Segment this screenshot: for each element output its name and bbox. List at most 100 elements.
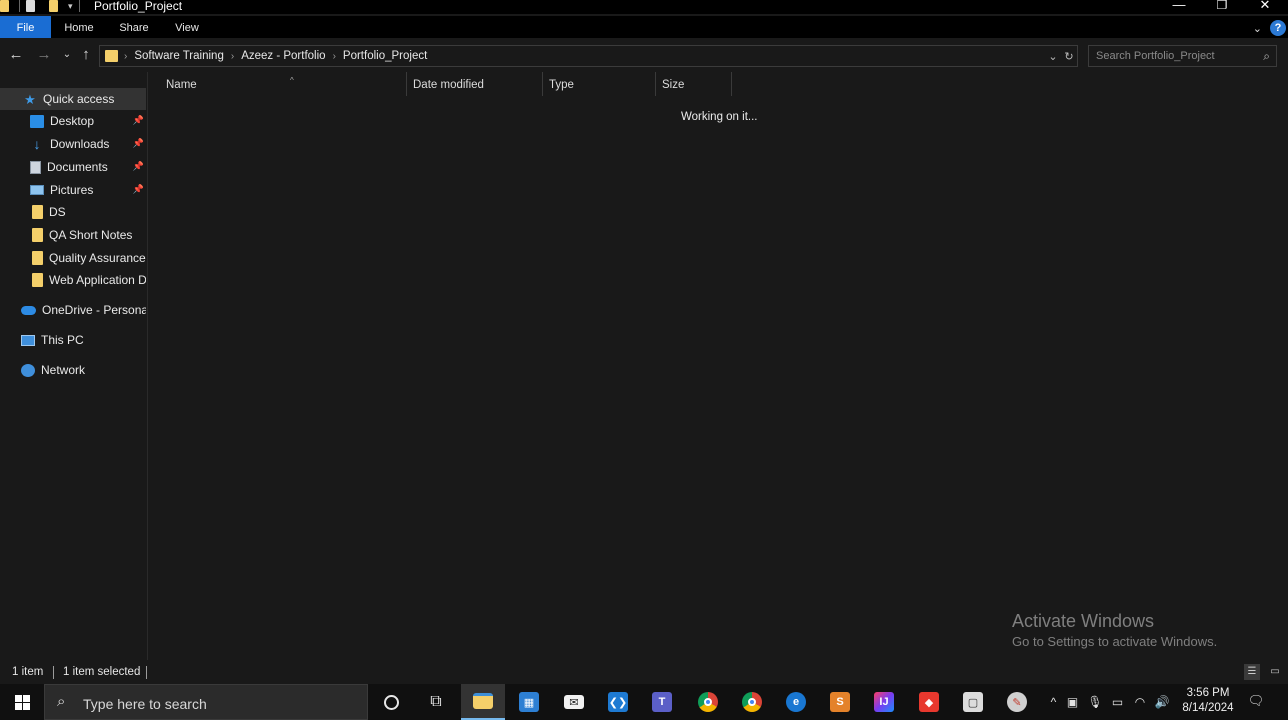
task-view-button[interactable]: ⧉	[414, 684, 458, 720]
folder-icon[interactable]	[0, 0, 9, 12]
sidebar-item-pictures[interactable]: Pictures 📌	[0, 179, 146, 201]
new-folder-icon[interactable]	[49, 0, 58, 12]
breadcrumb-portfolio-project[interactable]: Portfolio_Project	[343, 50, 427, 62]
taskbar-search-input[interactable]: Type here to search	[83, 696, 207, 712]
tab-view[interactable]: View	[166, 16, 208, 38]
title-bar: ▾ Portfolio_Project — ❐ ✕	[0, 0, 1288, 14]
microphone-icon[interactable]: 🎙	[1084, 695, 1106, 709]
sidebar-item-label: Web Application DS	[49, 273, 146, 287]
taskbar-search[interactable]: ⌕ Type here to search	[44, 684, 368, 720]
taskbar-anydesk[interactable]: ◆	[907, 684, 951, 720]
column-header-type[interactable]: Type	[543, 72, 656, 96]
restore-button[interactable]: ❐	[1202, 0, 1242, 13]
search-box[interactable]: Search Portfolio_Project ⌕	[1088, 45, 1277, 67]
folder-icon	[473, 693, 493, 709]
sidebar-item-downloads[interactable]: ↓ Downloads 📌	[0, 133, 146, 155]
taskbar-app-misc[interactable]: ✎	[995, 684, 1039, 720]
folder-icon	[32, 228, 43, 242]
search-input[interactable]: Search Portfolio_Project	[1096, 50, 1215, 62]
taskbar-file-explorer[interactable]	[461, 684, 505, 720]
notifications-icon[interactable]: 🗨	[1247, 693, 1265, 711]
search-icon[interactable]: ⌕	[1263, 49, 1270, 64]
sidebar-item-label: This PC	[41, 333, 84, 347]
sidebar-item-web-application-ds[interactable]: Web Application DS	[0, 269, 146, 291]
sidebar-item-network[interactable]: Network	[0, 359, 146, 381]
taskbar-intellij[interactable]: IJ	[862, 684, 906, 720]
forward-arrow-icon[interactable]: →	[35, 46, 53, 64]
tray-app-icon[interactable]: ▣	[1061, 695, 1084, 709]
sidebar-item-label: QA Short Notes	[49, 228, 133, 242]
sidebar-item-onedrive[interactable]: OneDrive - Personal	[0, 299, 146, 321]
column-header-date-modified[interactable]: Date modified	[407, 72, 543, 96]
large-icons-view-icon[interactable]: ▭	[1267, 664, 1283, 680]
pin-icon[interactable]: 📌	[133, 138, 144, 149]
volume-icon[interactable]: 🔊	[1151, 695, 1173, 709]
column-header-name[interactable]: Name ^	[160, 72, 407, 96]
close-button[interactable]: ✕	[1245, 0, 1285, 13]
taskbar-screen-tool[interactable]: ▢	[951, 684, 995, 720]
breadcrumb-azeez-portfolio[interactable]: Azeez - Portfolio	[241, 50, 325, 62]
taskbar-vscode[interactable]: ❮❯	[596, 684, 640, 720]
breadcrumb-separator-icon[interactable]: ›	[231, 51, 234, 62]
sidebar-item-label: Pictures	[50, 183, 94, 197]
taskbar-clock[interactable]: 3:56 PM 8/14/2024	[1176, 686, 1240, 716]
minimize-button[interactable]: —	[1159, 0, 1199, 13]
file-list[interactable]: Name ^ Date modified Type Size Working o…	[149, 72, 1288, 660]
mail-icon: ✉	[564, 695, 584, 709]
sidebar-item-ds[interactable]: DS	[0, 201, 146, 223]
taskbar-edge[interactable]: e	[774, 684, 818, 720]
properties-icon[interactable]	[26, 0, 35, 12]
sidebar-item-qa-short-notes[interactable]: QA Short Notes	[0, 224, 146, 246]
chevron-down-icon[interactable]: ⌄	[1253, 22, 1262, 35]
column-header-size[interactable]: Size	[656, 72, 732, 96]
tab-home[interactable]: Home	[56, 16, 102, 38]
tab-share[interactable]: Share	[112, 16, 156, 38]
column-header-label: Name	[166, 79, 197, 91]
window-title: Portfolio_Project	[94, 0, 183, 13]
folder-icon	[105, 50, 118, 62]
back-arrow-icon[interactable]: ←	[7, 46, 25, 64]
sidebar-item-label: Desktop	[50, 114, 95, 128]
breadcrumb-separator-icon[interactable]: ›	[124, 51, 127, 62]
taskbar-store[interactable]: ▦	[507, 684, 551, 720]
address-bar[interactable]: › Software Training › Azeez - Portfolio …	[99, 45, 1078, 67]
details-view-icon[interactable]: ☰	[1244, 664, 1260, 680]
sidebar-item-desktop[interactable]: Desktop 📌	[0, 110, 146, 132]
sidebar-item-label: Quality Assurance	[49, 251, 146, 265]
up-arrow-icon[interactable]: ↑	[77, 46, 95, 64]
battery-icon[interactable]: ▭	[1106, 695, 1129, 709]
address-history-chevron-icon[interactable]: ⌄	[1045, 50, 1061, 63]
sidebar-item-quality-assurance[interactable]: Quality Assurance	[0, 247, 146, 269]
breadcrumb-separator-icon[interactable]: ›	[333, 51, 336, 62]
recent-locations-chevron-icon[interactable]: ⌄	[58, 46, 76, 64]
pin-icon[interactable]: 📌	[133, 184, 144, 195]
taskbar-mail[interactable]: ✉	[552, 684, 596, 720]
taskbar-chrome-2[interactable]	[730, 684, 774, 720]
cortana-button[interactable]	[369, 684, 413, 720]
sidebar-item-label: Documents	[47, 160, 108, 174]
edge-icon: e	[786, 692, 806, 712]
breadcrumb-software-training[interactable]: Software Training	[134, 50, 224, 62]
help-button[interactable]: ?	[1270, 20, 1286, 36]
wifi-icon[interactable]: ◠	[1129, 695, 1151, 709]
sidebar-item-quick-access[interactable]: ★ Quick access	[0, 88, 146, 110]
taskbar-chrome[interactable]	[686, 684, 730, 720]
pin-icon[interactable]: 📌	[133, 115, 144, 126]
show-hidden-icons-chevron-icon[interactable]: ^	[1046, 695, 1061, 709]
refresh-icon[interactable]: ↻	[1061, 50, 1077, 63]
status-bar: 1 item 1 item selected ☰ ▭	[0, 661, 1288, 684]
tab-file[interactable]: File	[0, 16, 51, 38]
ribbon: File Home Share View ⌄ ?	[0, 16, 1288, 38]
sidebar-item-documents[interactable]: Documents 📌	[0, 156, 146, 178]
taskbar-sublime[interactable]: S	[818, 684, 862, 720]
network-icon	[21, 363, 35, 377]
sidebar-item-label: OneDrive - Personal	[42, 303, 146, 317]
sidebar-item-label: Quick access	[43, 92, 115, 106]
clock-time: 3:56 PM	[1186, 687, 1230, 699]
sidebar-item-this-pc[interactable]: This PC	[0, 329, 146, 351]
start-button[interactable]	[0, 684, 44, 720]
taskbar-teams[interactable]: T	[640, 684, 684, 720]
customize-toolbar-icon[interactable]: ▾	[68, 0, 73, 12]
pin-icon[interactable]: 📌	[133, 161, 144, 172]
sublime-icon: S	[830, 692, 850, 712]
